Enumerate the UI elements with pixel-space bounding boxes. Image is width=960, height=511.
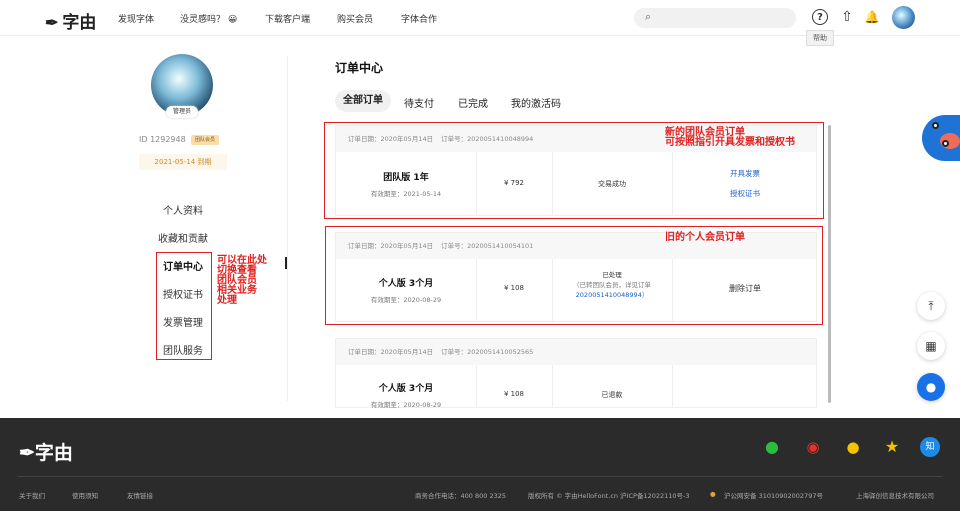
upload-icon[interactable]: ⇧ — [838, 8, 856, 26]
footer-friends-link[interactable]: 友情链接 — [127, 490, 153, 500]
weibo-icon[interactable]: ◉ — [803, 437, 823, 457]
emoji-icon: 😀 — [227, 15, 238, 25]
tab-all-orders[interactable]: 全部订单 — [335, 90, 391, 112]
product-title: 个人版 3个月 — [378, 384, 434, 394]
note-line: 处理 — [217, 295, 237, 306]
footer: ✒字由 ● ◉ ● ★ 知 关于我们 使用须知 友情链接 商务合作电话：400 … — [0, 418, 960, 511]
order-product: 个人版 3个月 有效期至：2020-08-29 — [336, 381, 476, 409]
divider — [287, 56, 288, 401]
nav-inspire-label: 没灵感吗？ — [180, 15, 226, 25]
qq-icon[interactable]: ● — [843, 437, 863, 457]
back-to-top-button[interactable]: ⤒ — [917, 292, 945, 320]
mascot-eye — [942, 140, 949, 147]
wechat-icon[interactable]: ● — [762, 437, 782, 457]
police-badge-icon: ● — [710, 490, 716, 498]
logo[interactable]: ✒ 字由 — [45, 8, 96, 33]
tab-completed[interactable]: 已完成 — [458, 95, 488, 110]
footer-logo-text: 字由 — [34, 442, 73, 464]
zhihu-icon[interactable]: 知 — [920, 437, 940, 457]
col-divider — [552, 365, 553, 408]
footer-divider — [18, 476, 942, 477]
scrollbar[interactable] — [828, 125, 831, 403]
help-tooltip: 帮助 — [806, 30, 834, 46]
feather-icon: ✒ — [45, 13, 59, 32]
footer-copyright: 版权所有 © 字由HelloFont.cn 沪ICP备12022110号-3 — [528, 492, 690, 500]
sidebar-highlight-box — [156, 252, 212, 360]
nav-buy[interactable]: 购买会员 — [337, 12, 373, 25]
footer-police[interactable]: 沪公网安备 31010902002797号 — [724, 490, 823, 500]
col-divider — [476, 365, 477, 408]
user-id: ID 1292948 — [139, 135, 186, 144]
nav-download[interactable]: 下载客户端 — [265, 12, 310, 25]
feather-icon: ✒ — [19, 442, 35, 464]
order-date: 订单日期：2020年05月14日 — [348, 348, 434, 356]
search-input[interactable]: ⌕ — [634, 8, 796, 28]
search-icon: ⌕ — [645, 10, 652, 23]
order-card: 订单日期：2020年05月14日 订单号：2020051410052565 个人版… — [335, 338, 817, 409]
member-badge: 团队会员 — [191, 135, 220, 145]
note-line: 可按照指引开具发票和授权书 — [665, 137, 795, 148]
old-order-highlight — [325, 226, 823, 325]
expire-date: 2021-05-14 到期 — [139, 154, 227, 170]
qr-code-button[interactable]: ▦ — [917, 332, 945, 360]
page-title: 订单中心 — [335, 61, 384, 75]
footer-logo: ✒字由 — [19, 438, 73, 465]
footer-company: 上海驿创信息技术有限公司 — [856, 492, 934, 500]
order-number: 订单号：2020051410052565 — [441, 348, 534, 356]
role-tag: 管理员 — [166, 106, 198, 118]
qzone-icon[interactable]: ★ — [882, 437, 902, 457]
footer-about-link[interactable]: 关于我们 — [19, 490, 45, 500]
user-avatar[interactable] — [892, 6, 915, 29]
sidebar-annotation: 可以在此处 切换查看 团队会员 相关业务 处理 — [217, 256, 267, 306]
bell-icon[interactable]: 🔔 — [863, 8, 881, 26]
tab-activation-codes[interactable]: 我的激活码 — [511, 95, 561, 110]
col-divider — [672, 365, 673, 408]
nav-discover[interactable]: 发现字体 — [118, 12, 154, 25]
footer-terms-link[interactable]: 使用须知 — [72, 490, 98, 500]
new-order-annotation: 新的团队会员订单 可按照指引开具发票和授权书 — [665, 128, 795, 148]
chat-button[interactable]: ● — [917, 373, 945, 401]
order-status: 已退款 — [601, 391, 623, 399]
nav-inspire[interactable]: 没灵感吗？ 😀 — [180, 12, 237, 25]
valid-until: 有效期至：2020-08-29 — [370, 401, 442, 409]
sidebar-item-profile[interactable]: 个人资料 — [163, 202, 203, 217]
mascot-eye — [932, 122, 939, 129]
order-price: ¥ 108 — [503, 390, 525, 398]
help-icon[interactable]: ? — [812, 9, 828, 25]
order-header: 订单日期：2020年05月14日 订单号：2020051410052565 — [336, 339, 816, 365]
sidebar-item-favorites[interactable]: 收藏和贡献 — [158, 230, 208, 245]
tab-pending[interactable]: 待支付 — [404, 95, 434, 110]
nav-cooperation[interactable]: 字体合作 — [401, 12, 437, 25]
logo-text: 字由 — [62, 13, 97, 33]
footer-phone: 商务合作电话：400 800 2325 — [415, 492, 506, 500]
old-order-annotation: 旧的个人会员订单 — [665, 232, 745, 243]
